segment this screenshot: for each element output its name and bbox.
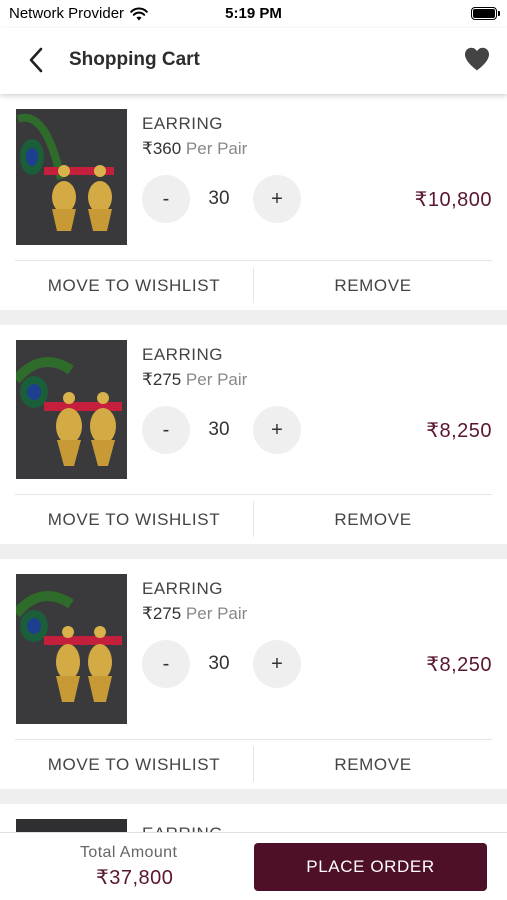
line-total: ₹10,800 [414, 189, 492, 211]
divider [15, 494, 492, 495]
increase-quantity-button[interactable]: + [253, 175, 301, 223]
divider [15, 739, 492, 740]
product-image[interactable] [16, 109, 127, 245]
earring-photo [16, 574, 127, 724]
status-time: 5:19 PM [225, 5, 282, 22]
price-unit: Per Pair [181, 370, 248, 389]
unit-price: ₹360 [142, 139, 182, 158]
product-name: EARRING [142, 579, 223, 598]
unit-price: ₹275 [142, 370, 182, 389]
unit-price: ₹275 [142, 604, 182, 623]
price-unit: Per Pair [181, 139, 248, 158]
earring-photo [16, 109, 127, 245]
product-image[interactable] [16, 340, 127, 479]
product-name: EARRING [142, 114, 223, 133]
cart-item: EARRING ₹275 Per Pair - 30 + ₹8,250 MOVE… [0, 325, 507, 544]
wishlist-button[interactable] [463, 46, 491, 74]
remove-button[interactable]: REMOVE [254, 276, 492, 296]
increase-quantity-button[interactable]: + [253, 406, 301, 454]
cart-list[interactable]: EARRING ₹360 Per Pair - 30 + ₹10,800 MOV… [0, 94, 507, 832]
increase-quantity-button[interactable]: + [253, 640, 301, 688]
heart-icon [465, 47, 489, 71]
line-total: ₹8,250 [426, 420, 492, 442]
product-price: ₹275 Per Pair [142, 604, 247, 624]
total-amount-label: Total Amount [80, 844, 178, 861]
product-image[interactable] [16, 574, 127, 724]
decrease-quantity-button[interactable]: - [142, 175, 190, 223]
cart-item: EARRING [0, 804, 507, 832]
move-to-wishlist-button[interactable]: MOVE TO WISHLIST [15, 276, 253, 296]
product-name: EARRING [142, 345, 223, 364]
battery-icon [471, 7, 500, 20]
remove-button[interactable]: REMOVE [254, 755, 492, 775]
quantity-value: 30 [208, 419, 230, 440]
product-image[interactable] [16, 819, 127, 832]
decrease-quantity-button[interactable]: - [142, 406, 190, 454]
remove-button[interactable]: REMOVE [254, 510, 492, 530]
back-button[interactable] [22, 46, 50, 74]
place-order-button[interactable]: PLACE ORDER [254, 843, 487, 891]
quantity-value: 30 [208, 653, 230, 674]
price-unit: Per Pair [181, 604, 248, 623]
chevron-left-icon [29, 47, 43, 73]
cart-item: EARRING ₹360 Per Pair - 30 + ₹10,800 MOV… [0, 94, 507, 310]
cart-footer: Total Amount ₹37,800 PLACE ORDER [0, 832, 507, 900]
move-to-wishlist-button[interactable]: MOVE TO WISHLIST [15, 510, 253, 530]
top-nav-bar: Shopping Cart [0, 28, 507, 94]
divider [15, 260, 492, 261]
product-name: EARRING [142, 824, 223, 832]
decrease-quantity-button[interactable]: - [142, 640, 190, 688]
quantity-value: 30 [208, 188, 230, 209]
move-to-wishlist-button[interactable]: MOVE TO WISHLIST [15, 755, 253, 775]
status-bar: Network Provider 5:19 PM [0, 0, 507, 28]
line-total: ₹8,250 [426, 654, 492, 676]
total-amount-value: ₹37,800 [96, 867, 174, 889]
cart-item: EARRING ₹275 Per Pair - 30 + ₹8,250 MOVE… [0, 559, 507, 789]
earring-photo [16, 340, 127, 479]
page-title: Shopping Cart [69, 49, 200, 70]
product-price: ₹275 Per Pair [142, 370, 247, 390]
product-price: ₹360 Per Pair [142, 139, 247, 159]
